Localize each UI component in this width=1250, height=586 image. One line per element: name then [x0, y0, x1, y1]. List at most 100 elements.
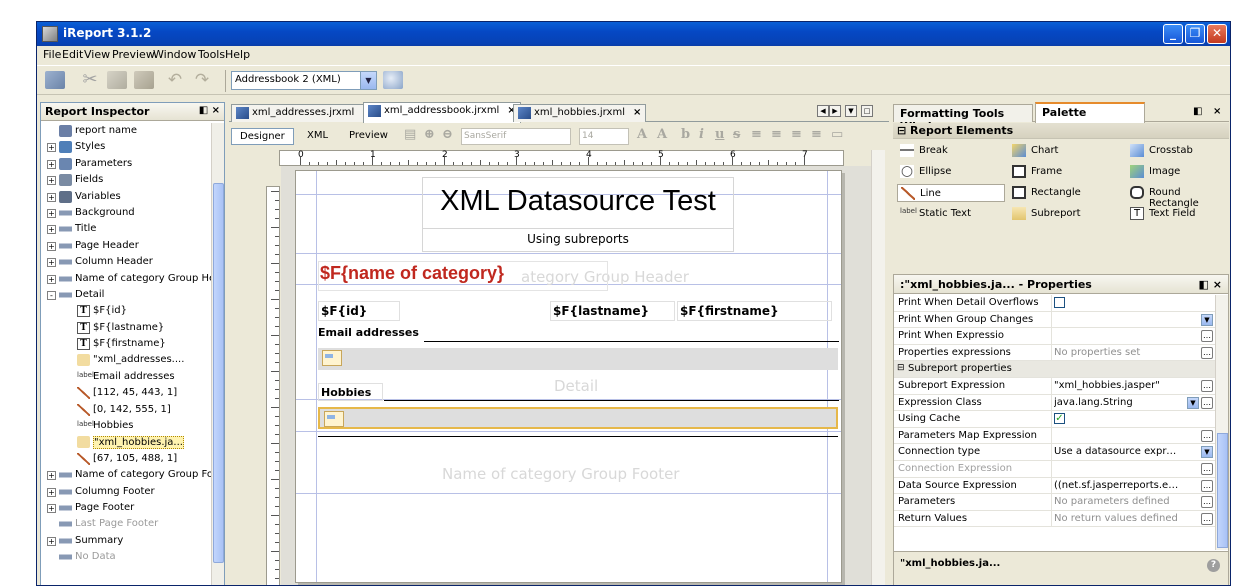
- expand-icon[interactable]: +: [47, 241, 56, 251]
- tree-item[interactable]: + Column Header: [41, 254, 213, 270]
- palette-item-crosstab[interactable]: Crosstab: [1127, 142, 1227, 160]
- expand-icon[interactable]: +: [47, 192, 56, 202]
- property-row[interactable]: Print When Expressio…: [894, 328, 1216, 345]
- scrollbar-thumb[interactable]: [1217, 433, 1228, 548]
- palette-item-line[interactable]: Line: [897, 184, 1005, 202]
- menu-file[interactable]: File: [43, 48, 61, 61]
- tree-item[interactable]: [0, 142, 555, 1]: [41, 402, 213, 418]
- property-row[interactable]: Connection type Use a datasource expressi…: [894, 444, 1216, 461]
- property-row[interactable]: Print When Detail Overflows: [894, 295, 1216, 312]
- tree-item[interactable]: T $F{firstname}: [41, 336, 213, 352]
- expand-icon[interactable]: +: [47, 143, 56, 153]
- chevron-down-icon[interactable]: ▼: [360, 72, 376, 89]
- property-checkbox[interactable]: [1054, 297, 1065, 308]
- datasource-select[interactable]: Addressbook 2 (XML) ▼: [231, 71, 377, 90]
- scroll-tabs-right-icon[interactable]: ▶: [829, 105, 841, 117]
- field-firstname[interactable]: $F{firstname}: [677, 301, 832, 321]
- hobbies-subreport-selected[interactable]: [318, 407, 838, 429]
- zoom-in-icon[interactable]: ⊕: [424, 127, 435, 142]
- property-row[interactable]: Print When Group Changes ▼: [894, 311, 1216, 329]
- hobbies-label[interactable]: Hobbies: [318, 383, 383, 401]
- property-row[interactable]: Expression Class java.lang.String … ▼: [894, 394, 1216, 412]
- tree-item[interactable]: + Fields: [41, 172, 213, 188]
- inspector-scrollbar[interactable]: [211, 123, 224, 585]
- panel-close-icon[interactable]: ◧ ×: [199, 105, 220, 116]
- report-elements-section[interactable]: ⊟ Report Elements: [893, 123, 1229, 139]
- expand-icon[interactable]: +: [47, 208, 56, 218]
- align-top-icon[interactable]: ▭: [831, 127, 843, 142]
- menu-help[interactable]: Help: [225, 48, 250, 61]
- menu-window[interactable]: Window: [153, 48, 196, 61]
- tree-item[interactable]: T $F{lastname}: [41, 320, 213, 336]
- menu-view[interactable]: View: [84, 48, 110, 61]
- xml-view-button[interactable]: XML: [299, 128, 336, 145]
- menu-edit[interactable]: Edit: [62, 48, 83, 61]
- addresses-subreport[interactable]: [318, 348, 838, 370]
- tab-xml-hobbies[interactable]: xml_hobbies.jrxml ×: [513, 104, 647, 122]
- ellipsis-button[interactable]: …: [1201, 396, 1213, 409]
- run-report-icon[interactable]: [45, 71, 65, 89]
- tree-item[interactable]: + Title: [41, 221, 213, 237]
- align-center-icon[interactable]: ≡: [771, 127, 782, 142]
- help-icon[interactable]: ?: [1207, 559, 1220, 572]
- property-value[interactable]: No properties set: [1054, 347, 1179, 358]
- ellipsis-button[interactable]: …: [1201, 496, 1213, 509]
- panel-minimize-icon[interactable]: ◧: [1193, 106, 1202, 117]
- tree-item[interactable]: label Hobbies: [41, 418, 213, 434]
- expand-icon[interactable]: +: [47, 274, 56, 284]
- designer-view-button[interactable]: Designer: [231, 128, 294, 145]
- expand-icon[interactable]: +: [47, 536, 56, 546]
- tree-item[interactable]: - Detail: [41, 287, 213, 303]
- hobbies-underline[interactable]: [384, 400, 839, 401]
- chevron-down-icon[interactable]: ▼: [1201, 446, 1213, 459]
- property-value[interactable]: Use a datasource expression: [1054, 446, 1179, 457]
- scrollbar-thumb[interactable]: [213, 183, 224, 563]
- palette-item-break[interactable]: Break: [897, 142, 1005, 160]
- palette-item-text-field[interactable]: T Text Field: [1127, 205, 1227, 223]
- collapse-icon[interactable]: -: [47, 290, 56, 300]
- menu-tools[interactable]: Tools: [198, 48, 225, 61]
- email-addresses-label[interactable]: Email addresses: [318, 326, 419, 339]
- field-id[interactable]: $F{id}: [318, 301, 400, 321]
- preview-view-button[interactable]: Preview: [341, 128, 396, 145]
- property-row[interactable]: Connection Expression…: [894, 460, 1216, 478]
- title-bar[interactable]: iReport 3.1.2 _ ❐ ✕: [37, 22, 1230, 46]
- tree-item[interactable]: + Name of category Group Hea: [41, 271, 221, 287]
- close-button[interactable]: ✕: [1207, 24, 1227, 44]
- ellipsis-button[interactable]: …: [1201, 512, 1213, 525]
- zoom-out-icon[interactable]: ⊖: [442, 127, 453, 142]
- strikethrough-icon[interactable]: s: [733, 127, 740, 142]
- tree-item[interactable]: No Data: [41, 549, 213, 565]
- tree-item[interactable]: "xml_addresses....: [41, 352, 213, 368]
- email-underline[interactable]: [424, 341, 839, 342]
- tree-item[interactable]: + Summary: [41, 533, 213, 549]
- properties-scrollbar[interactable]: [1215, 295, 1228, 550]
- tab-formatting-tools[interactable]: Formatting Tools Window: [893, 104, 1033, 133]
- align-justify-icon[interactable]: ≡: [811, 127, 822, 142]
- panel-close-icon[interactable]: ×: [1213, 106, 1221, 117]
- expand-icon[interactable]: +: [47, 176, 56, 186]
- align-left-icon[interactable]: ≡: [751, 127, 762, 142]
- print-icon[interactable]: ▤: [404, 127, 416, 142]
- property-value[interactable]: "xml_hobbies.jasper": [1054, 380, 1179, 391]
- property-value[interactable]: java.lang.String: [1054, 397, 1179, 408]
- report-page[interactable]: XML Datasource Test Using subreports ate…: [295, 170, 842, 583]
- tree-item[interactable]: "xml_hobbies.ja...: [41, 434, 213, 450]
- minimize-button[interactable]: _: [1163, 24, 1183, 44]
- field-lastname[interactable]: $F{lastname}: [550, 301, 675, 321]
- tree-item[interactable]: Last Page Footer: [41, 516, 213, 532]
- cut-icon[interactable]: ✂: [80, 71, 100, 89]
- property-row[interactable]: Parameters Map Expression…: [894, 427, 1216, 445]
- tree-item[interactable]: + Columng Footer: [41, 484, 213, 500]
- font-size-select[interactable]: 14: [579, 128, 629, 145]
- editor-scrollbar[interactable]: [871, 150, 885, 585]
- tree-item[interactable]: + Background: [41, 205, 213, 221]
- copy-icon[interactable]: [107, 71, 127, 89]
- expand-icon[interactable]: +: [47, 225, 56, 235]
- design-canvas[interactable]: XML Datasource Test Using subreports ate…: [281, 166, 874, 585]
- undo-icon[interactable]: ↶: [165, 71, 185, 89]
- tree-item[interactable]: [67, 105, 488, 1]: [41, 451, 213, 467]
- property-row[interactable]: Subreport Expression "xml_hobbies.jasper"…: [894, 377, 1216, 395]
- menu-preview[interactable]: Preview: [112, 48, 155, 61]
- bold-icon[interactable]: b: [681, 127, 690, 142]
